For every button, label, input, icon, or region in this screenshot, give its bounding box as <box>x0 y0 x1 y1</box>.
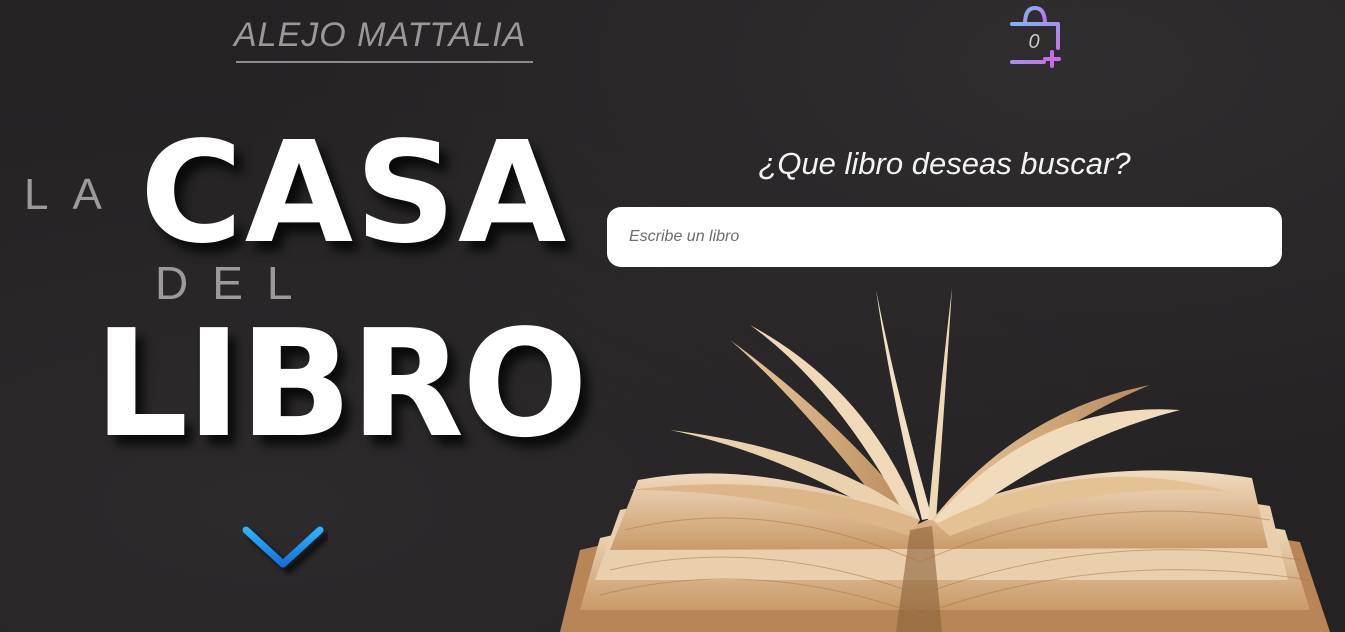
open-book-image <box>560 288 1330 632</box>
logo-libro: LIBRO <box>94 298 588 470</box>
search-input[interactable] <box>607 207 1282 267</box>
logo-casa: CASA <box>140 112 569 275</box>
cart-count: 0 <box>1028 31 1040 53</box>
search-heading: ¿Que libro deseas buscar? <box>758 146 1131 181</box>
chevron-down-icon[interactable] <box>240 522 328 576</box>
logo-la: LA <box>24 170 126 219</box>
